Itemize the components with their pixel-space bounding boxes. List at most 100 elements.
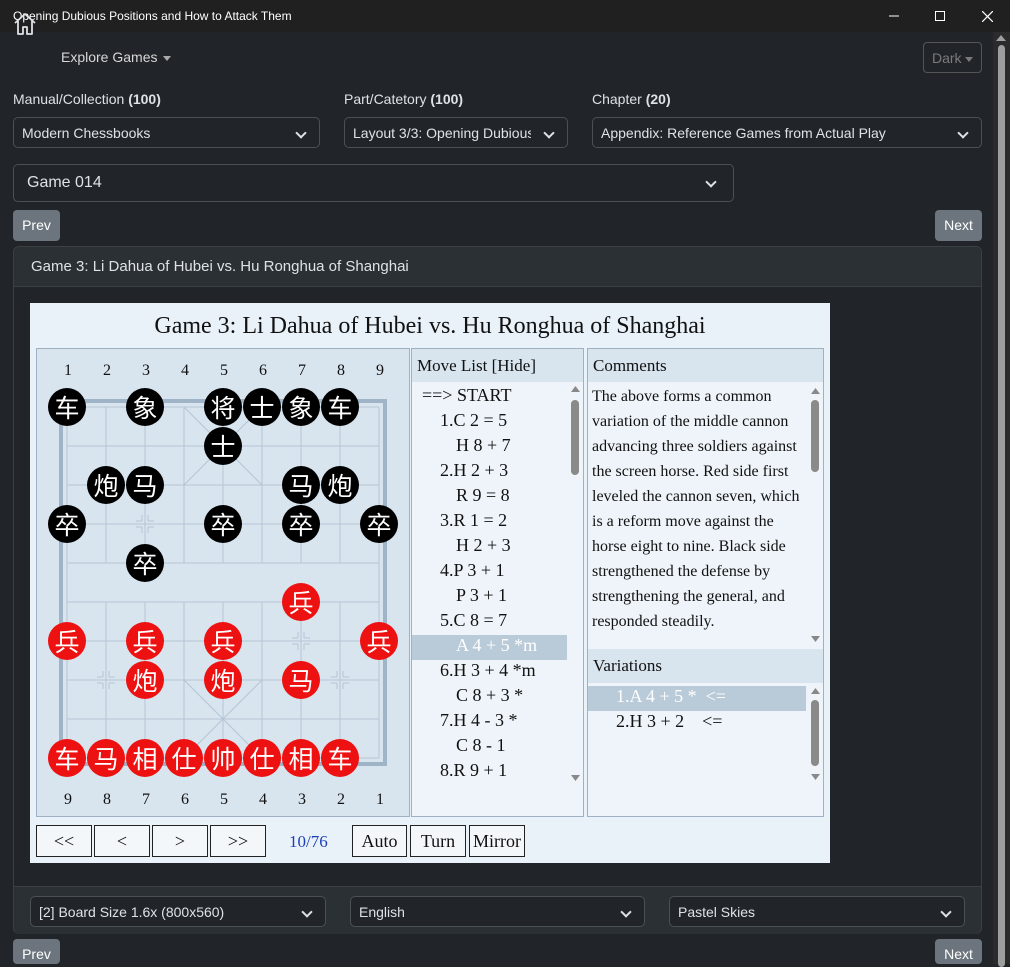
red-piece[interactable]: 车 bbox=[321, 739, 359, 777]
red-piece[interactable]: 相 bbox=[282, 739, 320, 777]
maximize-icon[interactable] bbox=[917, 0, 963, 32]
move-list-header[interactable]: Move List [Hide] bbox=[412, 349, 583, 382]
move-item[interactable]: 5.C 8 = 7 bbox=[412, 610, 567, 635]
mirror-button[interactable]: Mirror bbox=[469, 825, 525, 857]
black-piece[interactable]: 士 bbox=[243, 388, 281, 426]
auto-button[interactable]: Auto bbox=[352, 825, 407, 857]
next-button-bottom[interactable]: Next bbox=[935, 939, 982, 964]
next-move-button[interactable]: > bbox=[152, 825, 208, 857]
turn-button[interactable]: Turn bbox=[410, 825, 466, 857]
black-piece[interactable]: 炮 bbox=[87, 466, 125, 504]
black-piece[interactable]: 卒 bbox=[48, 505, 86, 543]
caret-down-icon bbox=[163, 55, 172, 61]
file-coordinate-top: 1 bbox=[64, 362, 72, 379]
home-icon[interactable] bbox=[12, 12, 38, 41]
game-value: Game 014 bbox=[27, 174, 102, 191]
move-item[interactable]: P 3 + 1 bbox=[412, 585, 567, 610]
part-count: (100) bbox=[430, 91, 464, 107]
color-theme-value: Pastel Skies bbox=[678, 904, 756, 920]
move-item[interactable]: R 9 = 8 bbox=[412, 485, 567, 510]
explore-games-menu[interactable]: Explore Games bbox=[61, 49, 172, 65]
move-list-scroll-thumb[interactable] bbox=[571, 400, 579, 475]
prev-button-bottom[interactable]: Prev bbox=[13, 939, 60, 964]
black-piece[interactable]: 炮 bbox=[321, 466, 359, 504]
variations-scrollbar[interactable] bbox=[808, 684, 823, 784]
move-item[interactable]: 1.C 2 = 5 bbox=[412, 410, 567, 435]
move-item[interactable]: 8.R 9 + 1 bbox=[412, 760, 567, 785]
black-piece[interactable]: 象 bbox=[282, 388, 320, 426]
variation-item[interactable]: 2.H 3 + 2 <= bbox=[588, 711, 806, 736]
color-theme-select[interactable]: Pastel Skies bbox=[669, 896, 965, 927]
file-coordinate-bottom: 8 bbox=[103, 791, 111, 808]
card-footer: [2] Board Size 1.6x (800x560) English Pa… bbox=[14, 886, 981, 934]
variations-scroll-thumb[interactable] bbox=[811, 700, 819, 766]
red-piece[interactable]: 车 bbox=[48, 739, 86, 777]
explore-games-label: Explore Games bbox=[61, 49, 158, 65]
black-piece[interactable]: 车 bbox=[48, 388, 86, 426]
black-piece[interactable]: 卒 bbox=[204, 505, 242, 543]
move-item[interactable]: 4.P 3 + 1 bbox=[412, 560, 567, 585]
minimize-icon[interactable] bbox=[871, 0, 917, 32]
black-piece[interactable]: 马 bbox=[282, 466, 320, 504]
red-piece[interactable]: 兵 bbox=[282, 583, 320, 621]
game-select[interactable]: Game 014 bbox=[13, 164, 734, 202]
black-piece[interactable]: 卒 bbox=[282, 505, 320, 543]
variation-item[interactable]: 1.A 4 + 5 * <= bbox=[588, 686, 806, 711]
file-coordinate-bottom: 1 bbox=[376, 791, 384, 808]
move-item[interactable]: C 8 - 1 bbox=[412, 735, 567, 760]
red-piece[interactable]: 兵 bbox=[360, 622, 398, 660]
file-coordinate-bottom: 3 bbox=[298, 791, 306, 808]
theme-dropdown[interactable]: Dark bbox=[923, 42, 982, 73]
prev-button[interactable]: Prev bbox=[13, 210, 60, 241]
board-panel[interactable]: 123456789987654321车象将士象车士炮马马炮卒卒卒卒卒兵兵兵兵兵炮… bbox=[36, 348, 410, 817]
red-piece[interactable]: 兵 bbox=[126, 622, 164, 660]
move-item[interactable]: H 8 + 7 bbox=[412, 435, 567, 460]
manual-select[interactable]: Modern Chessbooks bbox=[13, 117, 320, 148]
black-piece[interactable]: 卒 bbox=[126, 544, 164, 582]
scroll-up-icon[interactable] bbox=[996, 35, 1006, 41]
move-item[interactable]: 6.H 3 + 4 *m bbox=[412, 660, 567, 685]
chevron-down-icon bbox=[957, 127, 969, 139]
move-item[interactable]: 3.R 1 = 2 bbox=[412, 510, 567, 535]
red-piece[interactable]: 帅 bbox=[204, 739, 242, 777]
move-item[interactable]: 2.H 2 + 3 bbox=[412, 460, 567, 485]
comments-scroll-thumb[interactable] bbox=[811, 400, 819, 472]
last-move-button[interactable]: >> bbox=[210, 825, 266, 857]
red-piece[interactable]: 马 bbox=[87, 739, 125, 777]
page-scrollbar[interactable] bbox=[993, 32, 1010, 967]
black-piece[interactable]: 将 bbox=[204, 388, 242, 426]
red-piece[interactable]: 仕 bbox=[243, 739, 281, 777]
move-item[interactable]: H 2 + 3 bbox=[412, 535, 567, 560]
red-piece[interactable]: 相 bbox=[126, 739, 164, 777]
black-piece[interactable]: 象 bbox=[126, 388, 164, 426]
red-piece[interactable]: 兵 bbox=[48, 622, 86, 660]
part-select[interactable]: Layout 3/3: Opening Dubious Positions bbox=[344, 117, 568, 148]
comments-scrollbar[interactable] bbox=[808, 384, 823, 646]
black-piece[interactable]: 车 bbox=[321, 388, 359, 426]
move-item[interactable]: A 4 + 5 *m bbox=[412, 635, 567, 660]
close-icon[interactable] bbox=[964, 0, 1010, 32]
manual-value: Modern Chessbooks bbox=[22, 125, 151, 141]
chapter-select[interactable]: Appendix: Reference Games from Actual Pl… bbox=[592, 117, 982, 148]
file-coordinate-top: 4 bbox=[181, 362, 189, 379]
red-piece[interactable]: 炮 bbox=[204, 661, 242, 699]
first-move-button[interactable]: << bbox=[36, 825, 92, 857]
red-piece[interactable]: 马 bbox=[282, 661, 320, 699]
red-piece[interactable]: 炮 bbox=[126, 661, 164, 699]
red-piece[interactable]: 仕 bbox=[165, 739, 203, 777]
board-size-select[interactable]: [2] Board Size 1.6x (800x560) bbox=[30, 896, 326, 927]
black-piece[interactable]: 马 bbox=[126, 466, 164, 504]
move-item[interactable]: C 8 + 3 * bbox=[412, 685, 567, 710]
language-value: English bbox=[359, 904, 405, 920]
red-piece[interactable]: 兵 bbox=[204, 622, 242, 660]
move-item[interactable]: 7.H 4 - 3 * bbox=[412, 710, 567, 735]
language-select[interactable]: English bbox=[350, 896, 645, 927]
file-coordinate-top: 7 bbox=[298, 362, 306, 379]
scrollbar-thumb[interactable] bbox=[998, 45, 1005, 967]
move-list-scrollbar[interactable] bbox=[568, 384, 583, 784]
black-piece[interactable]: 士 bbox=[204, 427, 242, 465]
prev-move-button[interactable]: < bbox=[94, 825, 150, 857]
black-piece[interactable]: 卒 bbox=[360, 505, 398, 543]
next-button[interactable]: Next bbox=[935, 210, 982, 241]
move-start[interactable]: ==> START bbox=[412, 385, 567, 410]
